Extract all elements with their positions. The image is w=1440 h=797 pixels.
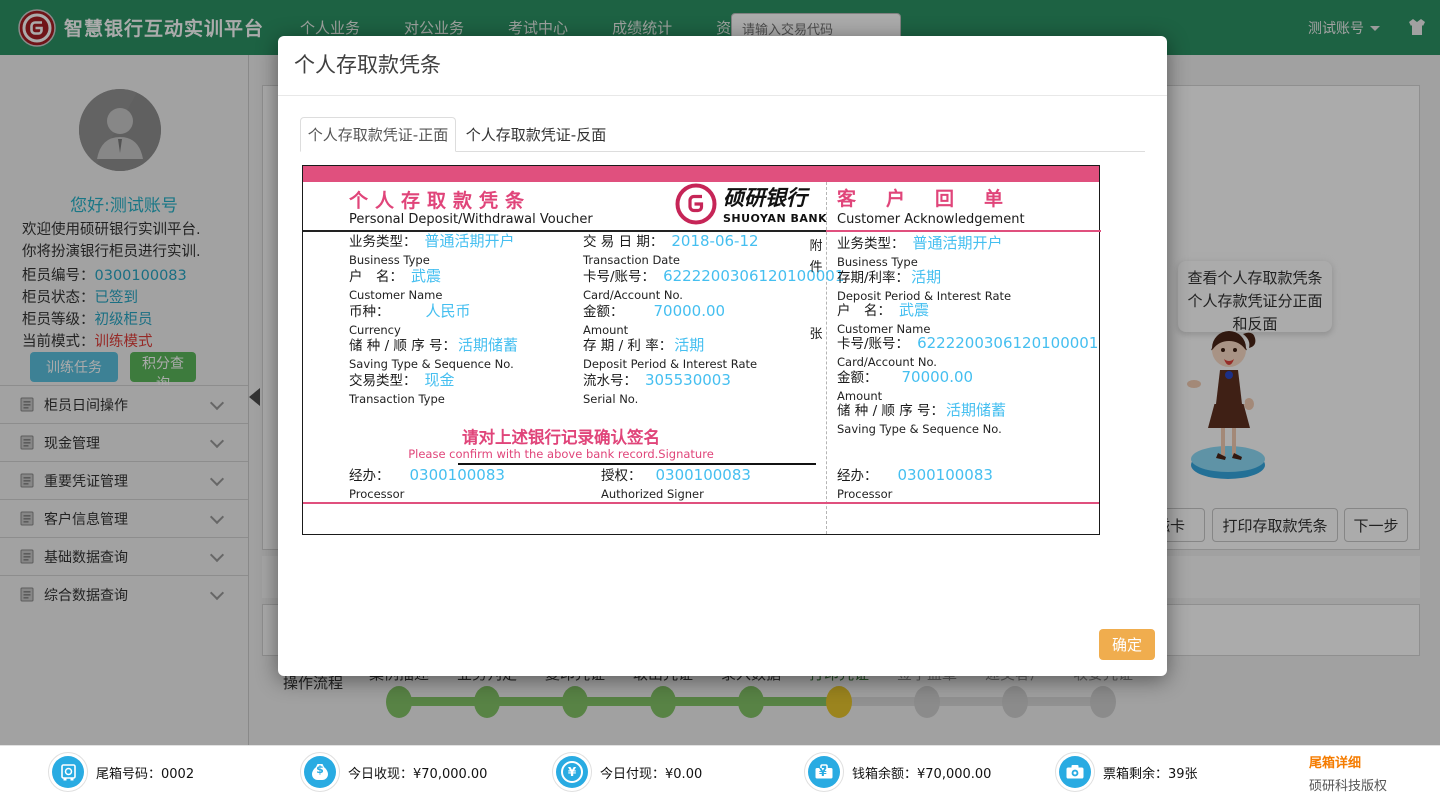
today-paid-value: ¥0.00	[665, 767, 702, 782]
ticketbox-icon	[1059, 756, 1091, 788]
page: 智慧银行互动实训平台 个人业务 对公业务 考试中心 成绩统计 资源中心 测试账号	[0, 0, 1440, 797]
copyright-text: 硕研科技版权	[1309, 775, 1387, 794]
field-amount: 金额：70000.00 Amount	[837, 368, 973, 405]
field-customer-name: 户 名：武震 Customer Name	[349, 267, 442, 304]
status-bar: 尾箱号码：0002 $ 今日收现：¥70,000.00 ¥ 今日付现：¥0.00…	[0, 745, 1440, 797]
signature-line	[458, 463, 816, 465]
deposit-voucher: 个人存取款凭条 Personal Deposit/Withdrawal Vouc…	[302, 165, 1100, 535]
cashbox-balance-value: ¥70,000.00	[917, 767, 991, 782]
field-currency: 币种：人民币 Currency	[349, 302, 471, 339]
ticketbox-remaining-stat: 票箱剩余：39张	[1055, 752, 1198, 792]
moneybag-icon: $	[304, 756, 336, 788]
field-processor: 经办：0300100083 Processor	[349, 466, 505, 503]
tab-voucher-front[interactable]: 个人存取款凭证-正面	[300, 117, 456, 152]
tailbox-number-stat: 尾箱号码：0002	[48, 752, 194, 792]
sheets-label: 张	[808, 324, 824, 345]
tab-voucher-back[interactable]: 个人存取款凭证-反面	[456, 117, 616, 152]
tailbox-number-value: 0002	[161, 767, 194, 782]
tailbox-detail-link[interactable]: 尾箱详细	[1309, 752, 1361, 771]
field-processor: 经办：0300100083 Processor	[837, 466, 993, 503]
confirm-button[interactable]: 确定	[1099, 629, 1155, 660]
safe-icon	[52, 756, 84, 788]
bank-name-cn: 硕研银行	[723, 182, 827, 212]
attachment-label: 附件	[808, 236, 824, 278]
divider	[826, 230, 1101, 232]
field-customer-name: 户 名：武震 Customer Name	[837, 301, 930, 338]
yen-circle-icon: ¥	[556, 756, 588, 788]
field-amount: 金额：70000.00 Amount	[583, 302, 725, 339]
voucher-title-cn: 个人存取款凭条	[349, 186, 531, 213]
today-received-value: ¥70,000.00	[413, 767, 487, 782]
voucher-pink-bar	[303, 166, 1099, 182]
shuoyan-bank-logo-icon	[675, 183, 717, 225]
field-transaction-type: 交易类型：现金 Transaction Type	[349, 371, 455, 408]
customer-slip-title-cn: 客户回单	[837, 184, 1033, 211]
today-paid-stat: ¥ 今日付现：¥0.00	[552, 752, 702, 792]
today-received-stat: $ 今日收现：¥70,000.00	[300, 752, 487, 792]
field-card-account-no: 卡号/账号：6222200306120100001 Card/Account N…	[583, 267, 844, 304]
modal-title: 个人存取款凭条	[294, 49, 441, 79]
bank-mark: 硕研银行 SHUOYAN BANK	[675, 182, 827, 225]
cashbox-icon: ¥	[808, 756, 840, 788]
field-transaction-date: 交 易 日 期：2018-06-12 Transaction Date	[583, 232, 759, 269]
field-authorizer: 授权：0300100083 Authorized Signer	[601, 466, 751, 503]
field-deposit-period: 存 期 / 利 率：活期 Deposit Period & Interest R…	[583, 336, 757, 373]
voucher-modal: 个人存取款凭条 个人存取款凭证-正面 个人存取款凭证-反面 个人存取款凭条 Pe…	[278, 36, 1167, 676]
field-business-type: 业务类型：普通活期开户 Business Type	[837, 234, 1003, 271]
field-serial-no: 流水号：305530003 Serial No.	[583, 371, 731, 408]
voucher-title-en: Personal Deposit/Withdrawal Voucher	[349, 212, 593, 227]
ticketbox-remaining-value: 39张	[1168, 767, 1198, 782]
field-saving-type: 储 种 / 顺 序 号：活期储蓄 Saving Type & Sequence …	[349, 336, 518, 373]
field-saving-type: 储 种 / 顺 序 号：活期储蓄 Saving Type & Sequence …	[837, 401, 1006, 438]
cashbox-balance-stat: ¥ 钱箱余额：¥70,000.00	[804, 752, 991, 792]
field-card-account-no: 卡号/账号：6222200306120100001 Card/Account N…	[837, 334, 1098, 371]
column-divider	[826, 182, 827, 534]
customer-slip-title-en: Customer Acknowledgement	[837, 212, 1025, 227]
bank-name-en: SHUOYAN BANK	[723, 212, 827, 225]
field-business-type: 业务类型：普通活期开户 Business Type	[349, 232, 515, 269]
signature-prompt-en: Please confirm with the above bank recor…	[371, 447, 751, 461]
field-deposit-period: 存期/利率：活期 Deposit Period & Interest Rate	[837, 268, 1011, 305]
signature-prompt-cn: 请对上述银行记录确认签名	[371, 424, 751, 448]
divider	[278, 95, 1167, 96]
